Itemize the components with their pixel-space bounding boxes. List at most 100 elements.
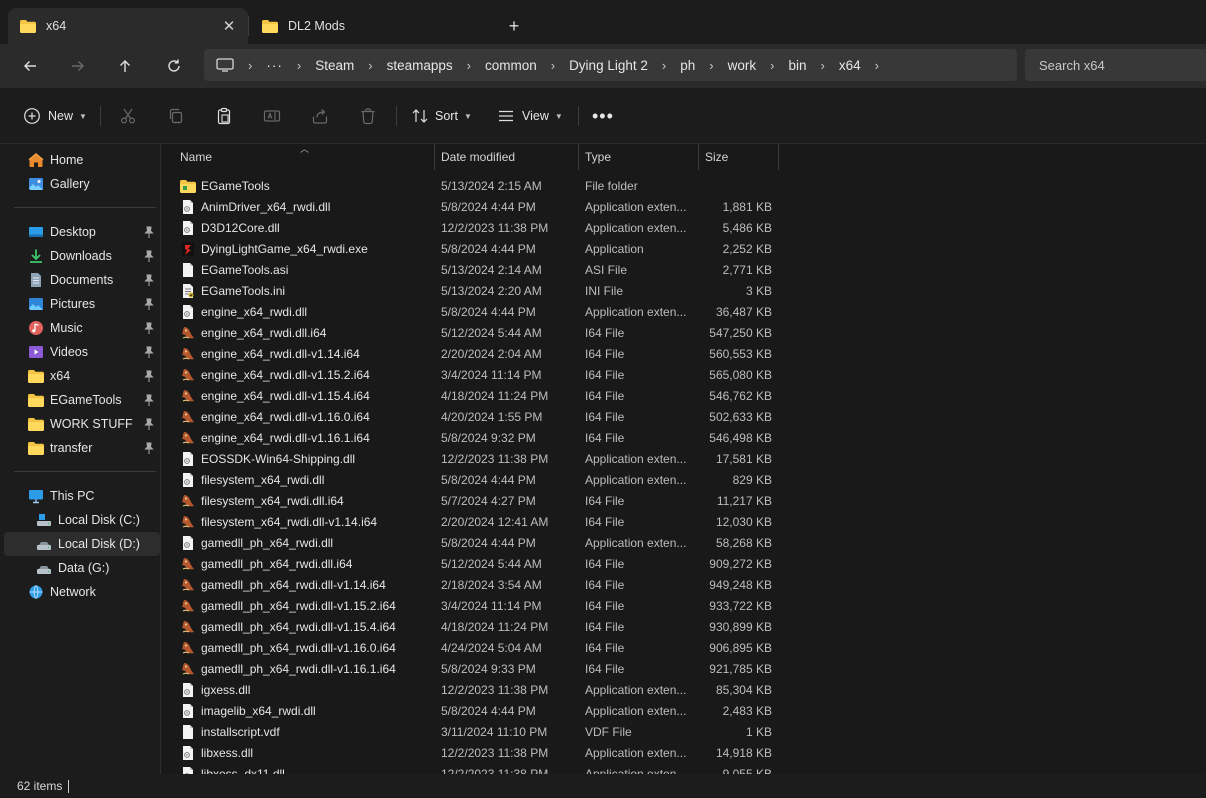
sidebar-item-x64[interactable]: x64 xyxy=(4,364,160,388)
sidebar-item-data-g[interactable]: Data (G:) xyxy=(4,556,160,580)
file-row[interactable]: AnimDriver_x64_rwdi.dll 5/8/2024 4:44 PM A… xyxy=(174,196,778,217)
file-row[interactable]: installscript.vdf 3/11/2024 11:10 PM VDF F… xyxy=(174,721,778,742)
sidebar-item-videos[interactable]: Videos xyxy=(4,340,160,364)
sidebar-item-work-stuff[interactable]: WORK STUFF xyxy=(4,412,160,436)
tab-x64[interactable]: x64 ✕ xyxy=(8,8,248,44)
breadcrumb-steam[interactable]: Steam xyxy=(315,58,354,73)
file-row[interactable]: gamedll_ph_x64_rwdi.dll-v1.14.i64 2/18/20… xyxy=(174,574,778,595)
breadcrumb-dying-light-2[interactable]: Dying Light 2 xyxy=(569,58,648,73)
pin-icon[interactable] xyxy=(144,442,154,454)
pin-icon[interactable] xyxy=(144,346,154,358)
forward-button[interactable] xyxy=(64,52,92,80)
command-bar: New ▼ Sort ▼ View ▼ ••• xyxy=(0,88,1206,144)
sidebar-item-transfer[interactable]: transfer xyxy=(4,436,160,460)
close-tab-icon[interactable]: ✕ xyxy=(220,17,238,35)
file-row[interactable]: engine_x64_rwdi.dll-v1.14.i64 2/20/2024 2… xyxy=(174,343,778,364)
tab-dl2-mods[interactable]: DL2 Mods xyxy=(250,8,490,44)
pin-icon[interactable] xyxy=(144,226,154,238)
sort-button[interactable]: Sort ▼ xyxy=(410,102,472,130)
column-resize-handle[interactable] xyxy=(578,144,579,170)
sidebar-item-pictures[interactable]: Pictures xyxy=(4,292,160,316)
file-name: gamedll_ph_x64_rwdi.dll-v1.16.0.i64 xyxy=(201,640,396,655)
column-resize-handle[interactable] xyxy=(698,144,699,170)
file-row[interactable]: EGameTools.asi 5/13/2024 2:14 AM ASI File 2… xyxy=(174,259,778,280)
file-row[interactable]: gamedll_ph_x64_rwdi.dll-v1.15.4.i64 4/18/… xyxy=(174,616,778,637)
breadcrumb-x64[interactable]: x64 xyxy=(839,58,861,73)
sidebar-item-this-pc[interactable]: This PC xyxy=(4,484,160,508)
paste-button[interactable] xyxy=(214,102,234,130)
file-row[interactable]: DyingLightGame_x64_rwdi.exe 5/8/2024 4:44… xyxy=(174,238,778,259)
file-row[interactable]: filesystem_x64_rwdi.dll 5/8/2024 4:44 PM A… xyxy=(174,469,778,490)
file-row[interactable]: D3D12Core.dll 12/2/2023 11:38 PM Applicati… xyxy=(174,217,778,238)
pin-icon[interactable] xyxy=(144,322,154,334)
breadcrumb-common[interactable]: common xyxy=(485,58,537,73)
copy-button[interactable] xyxy=(166,102,186,130)
sidebar-item-network[interactable]: Network xyxy=(4,580,160,604)
more-locations-icon[interactable]: ··· xyxy=(266,58,283,73)
pin-icon[interactable] xyxy=(144,418,154,430)
file-row[interactable]: filesystem_x64_rwdi.dll.i64 5/7/2024 4:27… xyxy=(174,490,778,511)
file-row[interactable]: libxess.dll 12/2/2023 11:38 PM Application… xyxy=(174,742,778,763)
up-button[interactable] xyxy=(111,52,139,80)
file-type: I64 File xyxy=(585,346,625,361)
file-row[interactable]: engine_x64_rwdi.dll-v1.16.1.i64 5/8/2024 … xyxy=(174,427,778,448)
file-row[interactable]: gamedll_ph_x64_rwdi.dll.i64 5/12/2024 5:4… xyxy=(174,553,778,574)
column-header-type[interactable]: Type xyxy=(585,144,697,170)
column-header-date[interactable]: Date modified xyxy=(441,144,577,170)
column-header-name[interactable]: Name xyxy=(180,144,434,170)
sidebar-item-local-disk-d[interactable]: Local Disk (D:) xyxy=(4,532,160,556)
file-row[interactable]: imagelib_x64_rwdi.dll 5/8/2024 4:44 PM App… xyxy=(174,700,778,721)
file-row[interactable]: gamedll_ph_x64_rwdi.dll-v1.16.0.i64 4/24/… xyxy=(174,637,778,658)
refresh-button[interactable] xyxy=(160,52,188,80)
chevron-right-icon[interactable]: › xyxy=(875,58,879,73)
file-row[interactable]: EGameTools 5/13/2024 2:15 AM File folder xyxy=(174,175,778,196)
file-name: engine_x64_rwdi.dll-v1.15.4.i64 xyxy=(201,388,370,403)
search-input[interactable]: Search x64 xyxy=(1025,49,1206,81)
file-row[interactable]: gamedll_ph_x64_rwdi.dll-v1.16.1.i64 5/8/2… xyxy=(174,658,778,679)
breadcrumb-ph[interactable]: ph xyxy=(680,58,695,73)
breadcrumb-work[interactable]: work xyxy=(728,58,757,73)
share-button[interactable] xyxy=(310,102,330,130)
file-row[interactable]: engine_x64_rwdi.dll.i64 5/12/2024 5:44 AM… xyxy=(174,322,778,343)
pin-icon[interactable] xyxy=(144,250,154,262)
column-resize-handle[interactable] xyxy=(434,144,435,170)
pin-icon[interactable] xyxy=(144,394,154,406)
address-bar[interactable]: › ··· › Steam › steamapps › common › Dyi… xyxy=(204,49,1017,81)
back-button[interactable] xyxy=(16,52,44,80)
rename-button[interactable] xyxy=(262,102,282,130)
delete-button[interactable] xyxy=(358,102,378,130)
sidebar-item-egametools[interactable]: EGameTools xyxy=(4,388,160,412)
file-row[interactable]: engine_x64_rwdi.dll-v1.15.2.i64 3/4/2024 … xyxy=(174,364,778,385)
pin-icon[interactable] xyxy=(144,274,154,286)
column-header-size[interactable]: Size xyxy=(705,144,777,170)
new-button[interactable]: New ▼ xyxy=(22,102,87,130)
file-row[interactable]: gamedll_ph_x64_rwdi.dll-v1.15.2.i64 3/4/2… xyxy=(174,595,778,616)
breadcrumb-steamapps[interactable]: steamapps xyxy=(387,58,453,73)
ida-database-icon xyxy=(182,620,194,633)
file-row[interactable]: engine_x64_rwdi.dll-v1.15.4.i64 4/18/2024… xyxy=(174,385,778,406)
more-options-icon[interactable]: ••• xyxy=(592,102,614,130)
column-resize-handle[interactable] xyxy=(778,144,779,170)
cut-button[interactable] xyxy=(118,102,138,130)
file-row[interactable]: EOSSDK-Win64-Shipping.dll 12/2/2023 11:38… xyxy=(174,448,778,469)
sidebar-item-documents[interactable]: Documents xyxy=(4,268,160,292)
sidebar-item-desktop[interactable]: Desktop xyxy=(4,220,160,244)
file-row[interactable]: gamedll_ph_x64_rwdi.dll 5/8/2024 4:44 PM A… xyxy=(174,532,778,553)
sidebar-item-downloads[interactable]: Downloads xyxy=(4,244,160,268)
sidebar-item-local-disk-c[interactable]: Local Disk (C:) xyxy=(4,508,160,532)
view-button[interactable]: View ▼ xyxy=(496,102,563,130)
pin-icon[interactable] xyxy=(144,298,154,310)
sidebar-item-home[interactable]: Home xyxy=(4,148,160,172)
breadcrumb-bin[interactable]: bin xyxy=(788,58,806,73)
file-row[interactable]: engine_x64_rwdi.dll-v1.16.0.i64 4/20/2024… xyxy=(174,406,778,427)
file-row[interactable]: filesystem_x64_rwdi.dll-v1.14.i64 2/20/20… xyxy=(174,511,778,532)
new-tab-button[interactable]: + xyxy=(502,14,526,38)
sidebar-item-music[interactable]: Music xyxy=(4,316,160,340)
file-row[interactable]: libxess_dx11.dll 12/2/2023 11:38 PM Applic… xyxy=(174,763,778,774)
pane-splitter[interactable] xyxy=(160,144,161,774)
file-row[interactable]: engine_x64_rwdi.dll 5/8/2024 4:44 PM Appli… xyxy=(174,301,778,322)
file-row[interactable]: igxess.dll 12/2/2023 11:38 PM Application … xyxy=(174,679,778,700)
pin-icon[interactable] xyxy=(144,370,154,382)
file-row[interactable]: EGameTools.ini 5/13/2024 2:20 AM INI File 3… xyxy=(174,280,778,301)
sidebar-item-gallery[interactable]: Gallery xyxy=(4,172,160,196)
